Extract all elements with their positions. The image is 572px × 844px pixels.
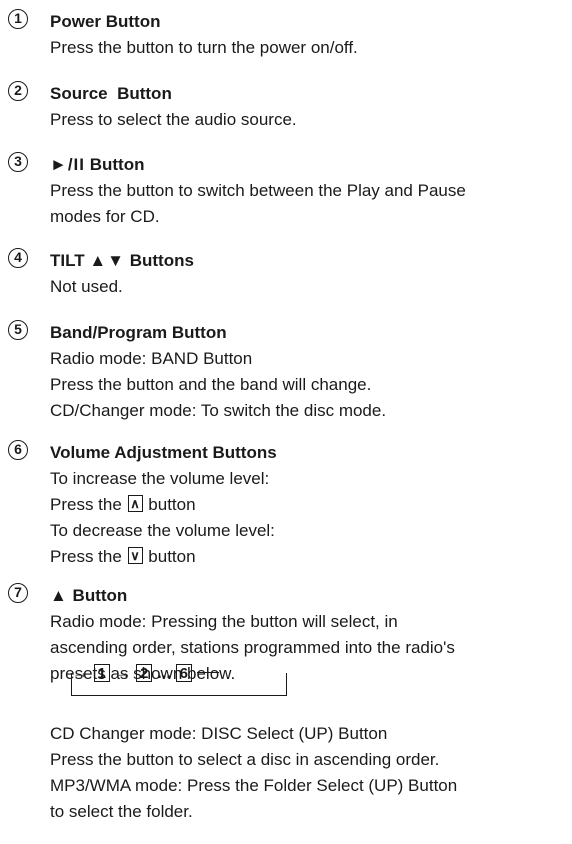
loop-line <box>196 672 219 673</box>
item-text: Press the button to select a disc in asc… <box>50 750 440 769</box>
item-power-button: 1 Power Button Press the button to turn … <box>8 9 566 61</box>
item-text: Press the button to turn the power on/of… <box>50 38 358 57</box>
item-text: Press to select the audio source. <box>50 110 297 129</box>
item-number: 7 <box>8 583 28 603</box>
item-text: to select the folder. <box>50 802 193 821</box>
item-number: 6 <box>8 440 28 460</box>
preset-6-box: 6 <box>175 664 192 682</box>
item-text: Not used. <box>50 277 123 296</box>
item-number: 5 <box>8 320 28 340</box>
item-title: Source Button <box>50 84 172 103</box>
item-text: To decrease the volume level: <box>50 521 275 540</box>
item-text: Press the button and the band will chang… <box>50 375 372 394</box>
item-text: Press the ∧ button <box>50 495 196 514</box>
item-source-button: 2 Source Button Press to select the audi… <box>8 81 566 133</box>
up-triangle-icon: ▲ <box>50 586 68 605</box>
arrow-icon: → <box>72 663 89 682</box>
up-down-triangle-icon: ▲▼ <box>89 251 125 270</box>
item-up-button-continued: CD Changer mode: DISC Select (UP) Button… <box>8 721 566 825</box>
item-text: Radio mode: BAND Button <box>50 349 253 368</box>
preset-sequence: → 1 → 2 ... 6 <box>72 663 219 683</box>
item-text: CD Changer mode: DISC Select (UP) Button <box>50 724 388 743</box>
preset-1-box: 1 <box>93 664 110 682</box>
item-number: 3 <box>8 152 28 172</box>
item-text: MP3/WMA mode: Press the Folder Select (U… <box>50 776 458 795</box>
item-number: 1 <box>8 9 28 29</box>
manual-page: 1 Power Button Press the button to turn … <box>0 0 572 844</box>
item-text: Radio mode: Pressing the button will sel… <box>50 612 398 631</box>
item-play-pause-button: 3 ►/II Button Press the button to switch… <box>8 152 566 230</box>
volume-down-key-icon: ∨ <box>127 547 143 564</box>
item-text: Press the ∨ button <box>50 547 196 566</box>
item-title: Volume Adjustment Buttons <box>50 443 277 462</box>
item-text: To increase the volume level: <box>50 469 270 488</box>
item-tilt-buttons: 4 TILT ▲▼ Buttons Not used. <box>8 248 566 300</box>
loop-line <box>71 695 286 696</box>
preset-2-box: 2 <box>136 664 153 682</box>
play-pause-icon: ►/II <box>50 155 85 174</box>
item-volume-buttons: 6 Volume Adjustment Buttons To increase … <box>8 440 566 570</box>
item-number: 2 <box>8 81 28 101</box>
volume-up-key-icon: ∧ <box>127 495 143 512</box>
item-title: Power Button <box>50 12 161 31</box>
ellipsis: ... <box>156 663 172 682</box>
item-title: ►/II Button <box>50 155 145 174</box>
item-title: ▲ Button <box>50 586 128 605</box>
item-title: Band/Program Button <box>50 323 227 342</box>
item-band-program-button: 5 Band/Program Button Radio mode: BAND B… <box>8 320 566 424</box>
item-text: CD/Changer mode: To switch the disc mode… <box>50 401 387 420</box>
item-number: 4 <box>8 248 28 268</box>
loop-line <box>286 673 287 696</box>
item-title: TILT ▲▼ Buttons <box>50 251 194 270</box>
preset-cycle-diagram: → 1 → 2 ... 6 <box>70 657 330 705</box>
item-text: Press the button to switch between the P… <box>50 181 466 200</box>
item-text: modes for CD. <box>50 207 160 226</box>
arrow-icon: → <box>114 663 132 682</box>
